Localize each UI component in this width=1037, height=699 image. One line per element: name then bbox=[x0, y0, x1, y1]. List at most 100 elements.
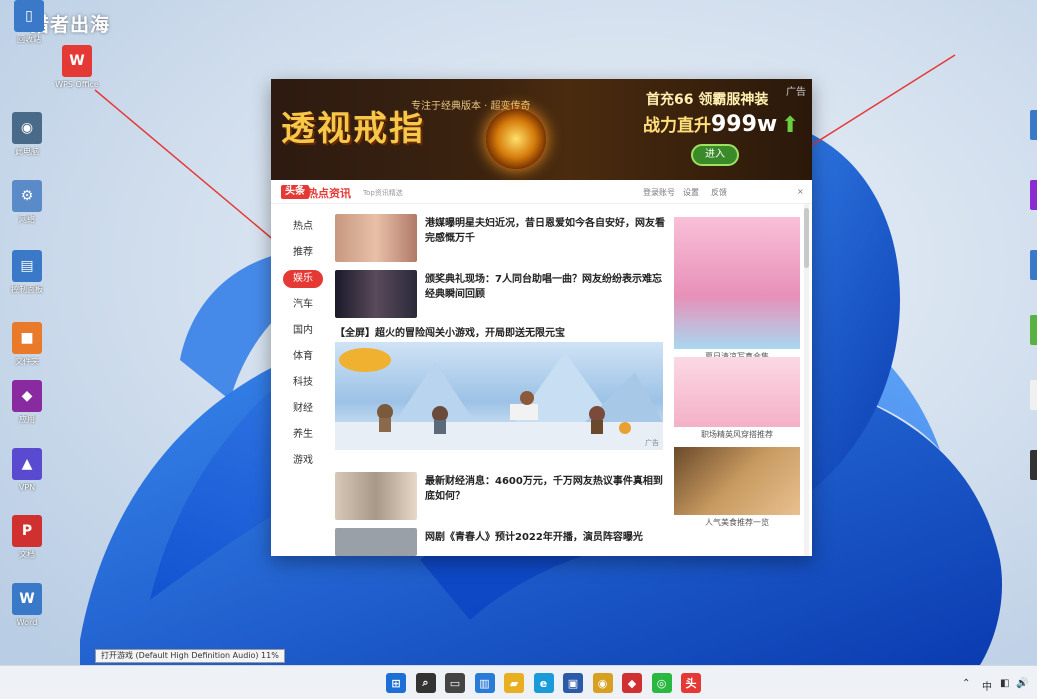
category-item[interactable]: 养生 bbox=[281, 422, 325, 448]
tray-chevron-icon[interactable]: ⌃ bbox=[962, 678, 970, 689]
close-icon[interactable]: × bbox=[797, 187, 804, 196]
desktop-icon-label[interactable]: 应用 bbox=[0, 415, 54, 425]
network-icon[interactable]: ◧ bbox=[1000, 678, 1009, 689]
desktop-icon-label[interactable]: VPN bbox=[0, 483, 54, 493]
start-icon[interactable]: ⊞ bbox=[386, 673, 406, 693]
news-app-icon[interactable]: 头 bbox=[681, 673, 701, 693]
task-view-icon[interactable]: ▭ bbox=[445, 673, 465, 693]
desktop-icon[interactable]: W WPS Office bbox=[50, 45, 104, 90]
app-icon[interactable]: ▯ bbox=[14, 0, 44, 32]
app-icon[interactable]: ■ bbox=[12, 322, 42, 354]
category-item[interactable]: 热点 bbox=[281, 214, 325, 240]
category-item[interactable]: 推荐 bbox=[281, 240, 325, 266]
ad-label[interactable]: 广告 bbox=[786, 83, 806, 98]
game-scene-image[interactable]: 广告 bbox=[335, 342, 663, 450]
desktop-icon[interactable]: P 文档 bbox=[0, 515, 54, 560]
chrome-icon[interactable]: ◉ bbox=[592, 673, 613, 693]
news-title[interactable]: 颁奖典礼现场：7人同台助唱一曲？网友纷纷表示难忘经典瞬间回顾 bbox=[425, 272, 665, 302]
file-explorer-icon[interactable]: ▰ bbox=[504, 673, 524, 693]
side-ad-image[interactable] bbox=[674, 447, 800, 515]
desktop-icon-label[interactable]: 文档 bbox=[0, 550, 54, 560]
popup-header: 头条 热点资讯 Top资讯精选 登录账号 设置 反馈 × bbox=[271, 180, 812, 204]
desktop-icon-partial[interactable] bbox=[1030, 250, 1037, 280]
side-ad-image[interactable] bbox=[674, 357, 800, 427]
news-title[interactable]: 最新财经消息：4600万元，千万网友热议事件真相到底如何？ bbox=[425, 474, 665, 504]
desktop-icon[interactable]: ◆ 应用 bbox=[0, 380, 54, 425]
login-link[interactable]: 登录账号 bbox=[643, 187, 675, 198]
logo-badge: 头条 bbox=[281, 185, 309, 199]
side-ad-caption[interactable]: 职场精英风穿搭推荐 bbox=[674, 429, 800, 440]
desktop-icon-label[interactable]: 文件夹 bbox=[0, 357, 54, 367]
news-title[interactable]: 港媒曝明星夫妇近况，昔日恩爱如今各自安好，网友看完感慨万千 bbox=[425, 216, 665, 246]
side-ad[interactable]: 夏日清凉写真合集 bbox=[674, 217, 800, 362]
desktop: 猎者出海 ▯ 回收站 W WPS Office ◉ 此电脑 ⚙ 网络 ▤ 控制面板 ■ 文件夹 ◆ 应用 ▲… bbox=[0, 0, 1037, 665]
app-icon[interactable]: ◉ bbox=[12, 112, 42, 144]
app-icon[interactable]: ◆ bbox=[622, 673, 642, 693]
app-icon[interactable]: ⚙ bbox=[12, 180, 42, 212]
category-item[interactable]: 体育 bbox=[281, 344, 325, 370]
category-item[interactable]: 汽车 bbox=[281, 292, 325, 318]
desktop-icon-partial[interactable] bbox=[1030, 450, 1037, 480]
desktop-icon-label[interactable]: 此电脑 bbox=[0, 147, 54, 157]
featured-news-item[interactable]: 【全屏】超火的冒险闯关小游戏，开局即送无限元宝 广告 bbox=[335, 324, 665, 450]
app-icon[interactable]: W bbox=[62, 45, 92, 77]
app-icon[interactable]: P bbox=[12, 515, 42, 547]
ad-enter-button[interactable]: 进入 bbox=[691, 144, 739, 166]
wechat-icon[interactable]: ◎ bbox=[651, 673, 672, 693]
desktop-icon[interactable]: ◉ 此电脑 bbox=[0, 112, 54, 157]
category-nav: 热点 推荐娱乐汽车 国内 体育 科技 财经 养生 游戏 bbox=[281, 214, 325, 474]
desktop-icon[interactable]: ▤ 控制面板 bbox=[0, 250, 54, 295]
featured-title[interactable]: 【全屏】超火的冒险闯关小游戏，开局即送无限元宝 bbox=[335, 324, 665, 339]
news-thumbnail[interactable] bbox=[335, 472, 417, 520]
desktop-icon-label[interactable]: 回收站 bbox=[2, 35, 56, 45]
desktop-icon-partial[interactable] bbox=[1030, 180, 1037, 210]
category-item[interactable]: 财经 bbox=[281, 396, 325, 422]
ad-promo-line1: 首充66 领霸服神装 bbox=[646, 92, 769, 108]
desktop-icon[interactable]: ▯ 回收站 bbox=[2, 0, 56, 45]
desktop-icon[interactable]: ■ 文件夹 bbox=[0, 322, 54, 367]
category-item[interactable]: 国内 bbox=[281, 318, 325, 344]
app-icon[interactable]: ▤ bbox=[12, 250, 42, 282]
desktop-icon-partial[interactable] bbox=[1030, 110, 1037, 140]
side-ad-caption[interactable]: 人气美食推荐一览 bbox=[674, 517, 800, 528]
arrow-up-icon: ⬆ bbox=[781, 113, 800, 138]
scrollbar-thumb[interactable] bbox=[804, 208, 809, 268]
app-icon[interactable]: ▲ bbox=[12, 448, 42, 480]
news-thumbnail[interactable] bbox=[335, 270, 417, 318]
search-icon[interactable]: ⌕ bbox=[415, 673, 436, 693]
side-ad[interactable]: 人气美食推荐一览 bbox=[674, 447, 800, 528]
desktop-icon-label[interactable]: 控制面板 bbox=[0, 285, 54, 295]
desktop-icon[interactable]: ⚙ 网络 bbox=[0, 180, 54, 225]
taskbar: ⊞ ⌕ ▭ ▥ ▰ e ▣ ◉ ◆ ◎ 头 ⌃ 中 ◧ 🔊 bbox=[0, 665, 1037, 699]
category-item[interactable]: 科技 bbox=[281, 370, 325, 396]
news-title[interactable]: 网剧《青春人》预计2022年开播，演员阵容曝光 bbox=[425, 530, 665, 545]
desktop-icon-partial[interactable] bbox=[1030, 315, 1037, 345]
desktop-icon-label[interactable]: Word bbox=[0, 618, 54, 628]
desktop-icon[interactable]: W Word bbox=[0, 583, 54, 628]
side-ad[interactable]: 职场精英风穿搭推荐 bbox=[674, 357, 800, 440]
ad-promo-line2: 战力直升999w bbox=[643, 112, 778, 137]
category-active[interactable]: 娱乐 bbox=[283, 270, 323, 288]
edge-icon[interactable]: e bbox=[533, 673, 554, 693]
widgets-icon[interactable]: ▥ bbox=[474, 673, 495, 693]
store-icon[interactable]: ▣ bbox=[563, 673, 583, 693]
app-icon[interactable]: W bbox=[12, 583, 42, 615]
desktop-icon-label[interactable]: WPS Office bbox=[50, 80, 104, 90]
app-icon[interactable]: ◆ bbox=[12, 380, 42, 412]
popup-scrollbar[interactable] bbox=[804, 204, 809, 556]
side-ad-image[interactable] bbox=[674, 217, 800, 349]
game-scene-art bbox=[335, 348, 663, 450]
desktop-icon[interactable]: ▲ VPN bbox=[0, 448, 54, 493]
desktop-icon-label[interactable]: 网络 bbox=[0, 215, 54, 225]
game-ad-banner[interactable]: 透视戒指 专注于经典版本 · 超变传奇 首充66 领霸服神装 战力直升999w … bbox=[271, 79, 812, 180]
news-thumbnail[interactable] bbox=[335, 214, 417, 262]
category-item[interactable]: 游戏 bbox=[281, 448, 325, 474]
input-method-icon[interactable]: 中 bbox=[982, 678, 992, 693]
feedback-link[interactable]: 反馈 bbox=[711, 187, 727, 198]
news-thumbnail[interactable] bbox=[335, 528, 417, 556]
volume-icon[interactable]: 🔊 bbox=[1016, 678, 1028, 689]
settings-link[interactable]: 设置 bbox=[683, 187, 699, 198]
ring-icon bbox=[486, 109, 546, 169]
desktop-icon-partial[interactable] bbox=[1030, 380, 1037, 410]
news-popup-window[interactable]: 透视戒指 专注于经典版本 · 超变传奇 首充66 领霸服神装 战力直升999w … bbox=[271, 79, 812, 556]
